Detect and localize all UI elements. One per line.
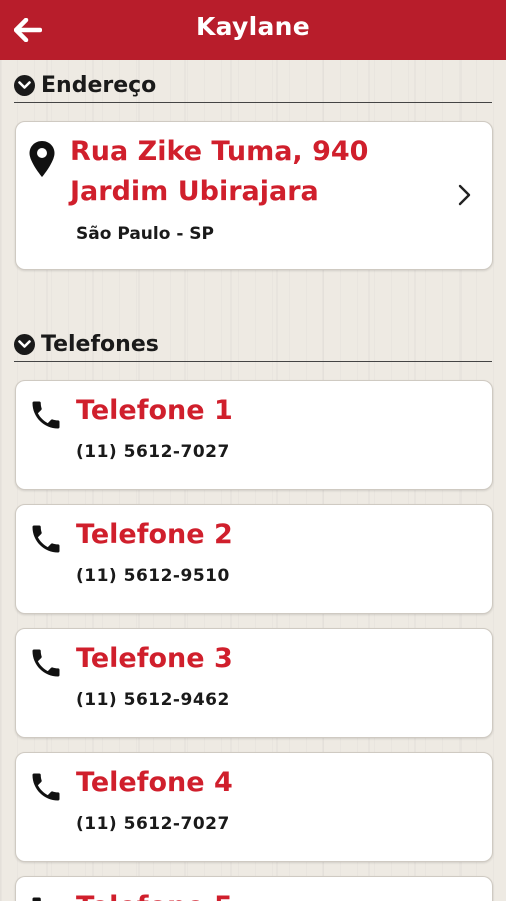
section-label: Endereço (41, 72, 157, 98)
address-city: São Paulo - SP (76, 224, 214, 244)
top-app-bar: Kaylane (0, 0, 506, 60)
address-card[interactable]: Rua Zike Tuma, 940 Jardim Ubirajara São … (15, 121, 493, 270)
phone-card[interactable]: Telefone 4 (11) 5612-7027 (15, 752, 493, 862)
chevron-right-icon (458, 184, 472, 210)
phone-icon (28, 769, 64, 809)
map-pin-icon (28, 140, 56, 182)
phone-number: (11) 5612-7027 (76, 814, 230, 834)
address-street: Rua Zike Tuma, 940 (70, 136, 369, 167)
phone-label: Telefone 1 (76, 395, 233, 426)
phone-number: (11) 5612-9510 (76, 566, 230, 586)
phone-label: Telefone 2 (76, 519, 233, 550)
phone-label: Telefone 4 (76, 767, 233, 798)
chevron-down-circle-icon (14, 74, 35, 96)
phone-icon (28, 645, 64, 685)
phone-icon (28, 521, 64, 561)
phone-card[interactable]: Telefone 2 (11) 5612-9510 (15, 504, 493, 614)
page-title: Kaylane (195, 12, 311, 41)
chevron-down-circle-icon (14, 333, 35, 355)
phone-card[interactable]: Telefone 1 (11) 5612-7027 (15, 380, 493, 490)
address-district: Jardim Ubirajara (70, 176, 319, 207)
phone-icon (28, 397, 64, 437)
phone-number: (11) 5612-7027 (76, 442, 230, 462)
section-label: Telefones (41, 331, 159, 357)
phone-card[interactable]: Telefone 5 (15, 876, 493, 901)
section-header-phones[interactable]: Telefones (14, 327, 492, 362)
section-header-address[interactable]: Endereço (14, 68, 492, 103)
phone-number: (11) 5612-9462 (76, 690, 230, 710)
phone-card[interactable]: Telefone 3 (11) 5612-9462 (15, 628, 493, 738)
phone-label: Telefone 3 (76, 643, 233, 674)
